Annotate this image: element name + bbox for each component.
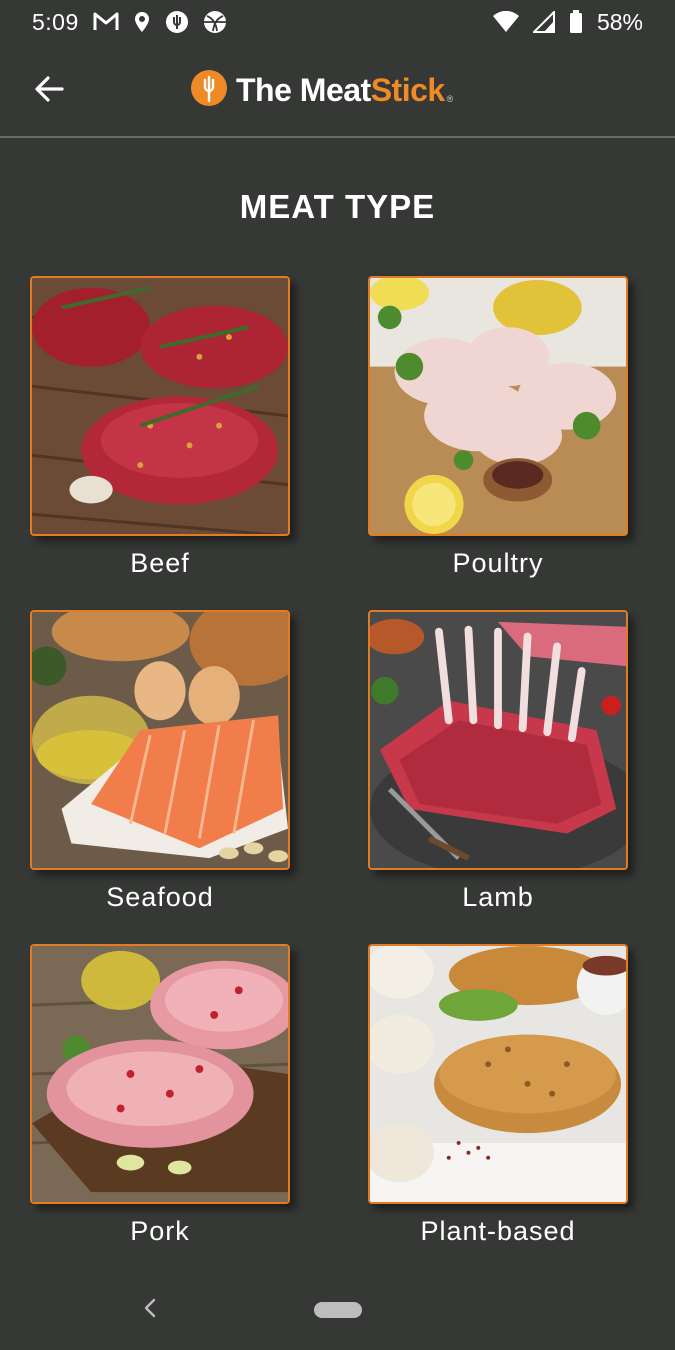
- meatstick-logo-icon: [190, 69, 228, 112]
- status-right: 58%: [492, 8, 643, 36]
- meat-type-seafood[interactable]: Seafood: [30, 610, 290, 914]
- meat-type-plant-based[interactable]: Plant-based: [368, 944, 628, 1248]
- battery-percent: 58%: [596, 8, 643, 35]
- seafood-image: [30, 610, 290, 870]
- meat-type-lamb[interactable]: Lamb: [368, 610, 628, 914]
- system-nav-bar: [0, 1282, 675, 1338]
- meat-type-label: Seafood: [106, 882, 214, 912]
- brand-registered-mark: ®: [446, 94, 454, 104]
- signal-icon: [532, 11, 555, 33]
- meat-type-poultry[interactable]: Poultry: [368, 276, 628, 580]
- plant-based-image: [368, 944, 628, 1204]
- arrow-left-icon: [35, 76, 64, 102]
- app-bar: The MeatStick ®: [0, 44, 675, 138]
- status-time: 5:09: [32, 8, 79, 35]
- brand-name: The MeatStick: [236, 72, 445, 109]
- battery-icon: [569, 10, 583, 34]
- meat-type-label: Plant-based: [420, 1216, 576, 1246]
- nav-home-pill[interactable]: [314, 1302, 362, 1318]
- pork-image: [30, 944, 290, 1204]
- beef-image: [30, 276, 290, 536]
- back-button[interactable]: [28, 68, 70, 110]
- brand-logo: The MeatStick ®: [190, 68, 453, 112]
- meat-type-label: Lamb: [462, 882, 534, 912]
- status-bar: 5:09 58%: [0, 0, 675, 44]
- meat-type-label: Poultry: [452, 548, 544, 578]
- page-title: MEAT TYPE: [239, 188, 436, 225]
- poultry-image: [368, 276, 628, 536]
- meat-type-label: Pork: [130, 1216, 190, 1246]
- brand-accent: Stick: [370, 71, 445, 108]
- gmail-icon: [93, 12, 119, 32]
- brand-prefix: The Meat: [236, 71, 371, 108]
- wifi-icon: [492, 11, 519, 33]
- status-left: 5:09: [32, 9, 227, 36]
- meat-type-pork[interactable]: Pork: [30, 944, 290, 1248]
- sports-icon: [203, 10, 227, 34]
- meatstick-notification-icon: [165, 10, 189, 34]
- location-icon: [133, 11, 151, 33]
- nav-back-icon[interactable]: [138, 1296, 162, 1320]
- meat-type-label: Beef: [130, 548, 190, 578]
- meat-type-beef[interactable]: Beef: [30, 276, 290, 580]
- lamb-image: [368, 610, 628, 870]
